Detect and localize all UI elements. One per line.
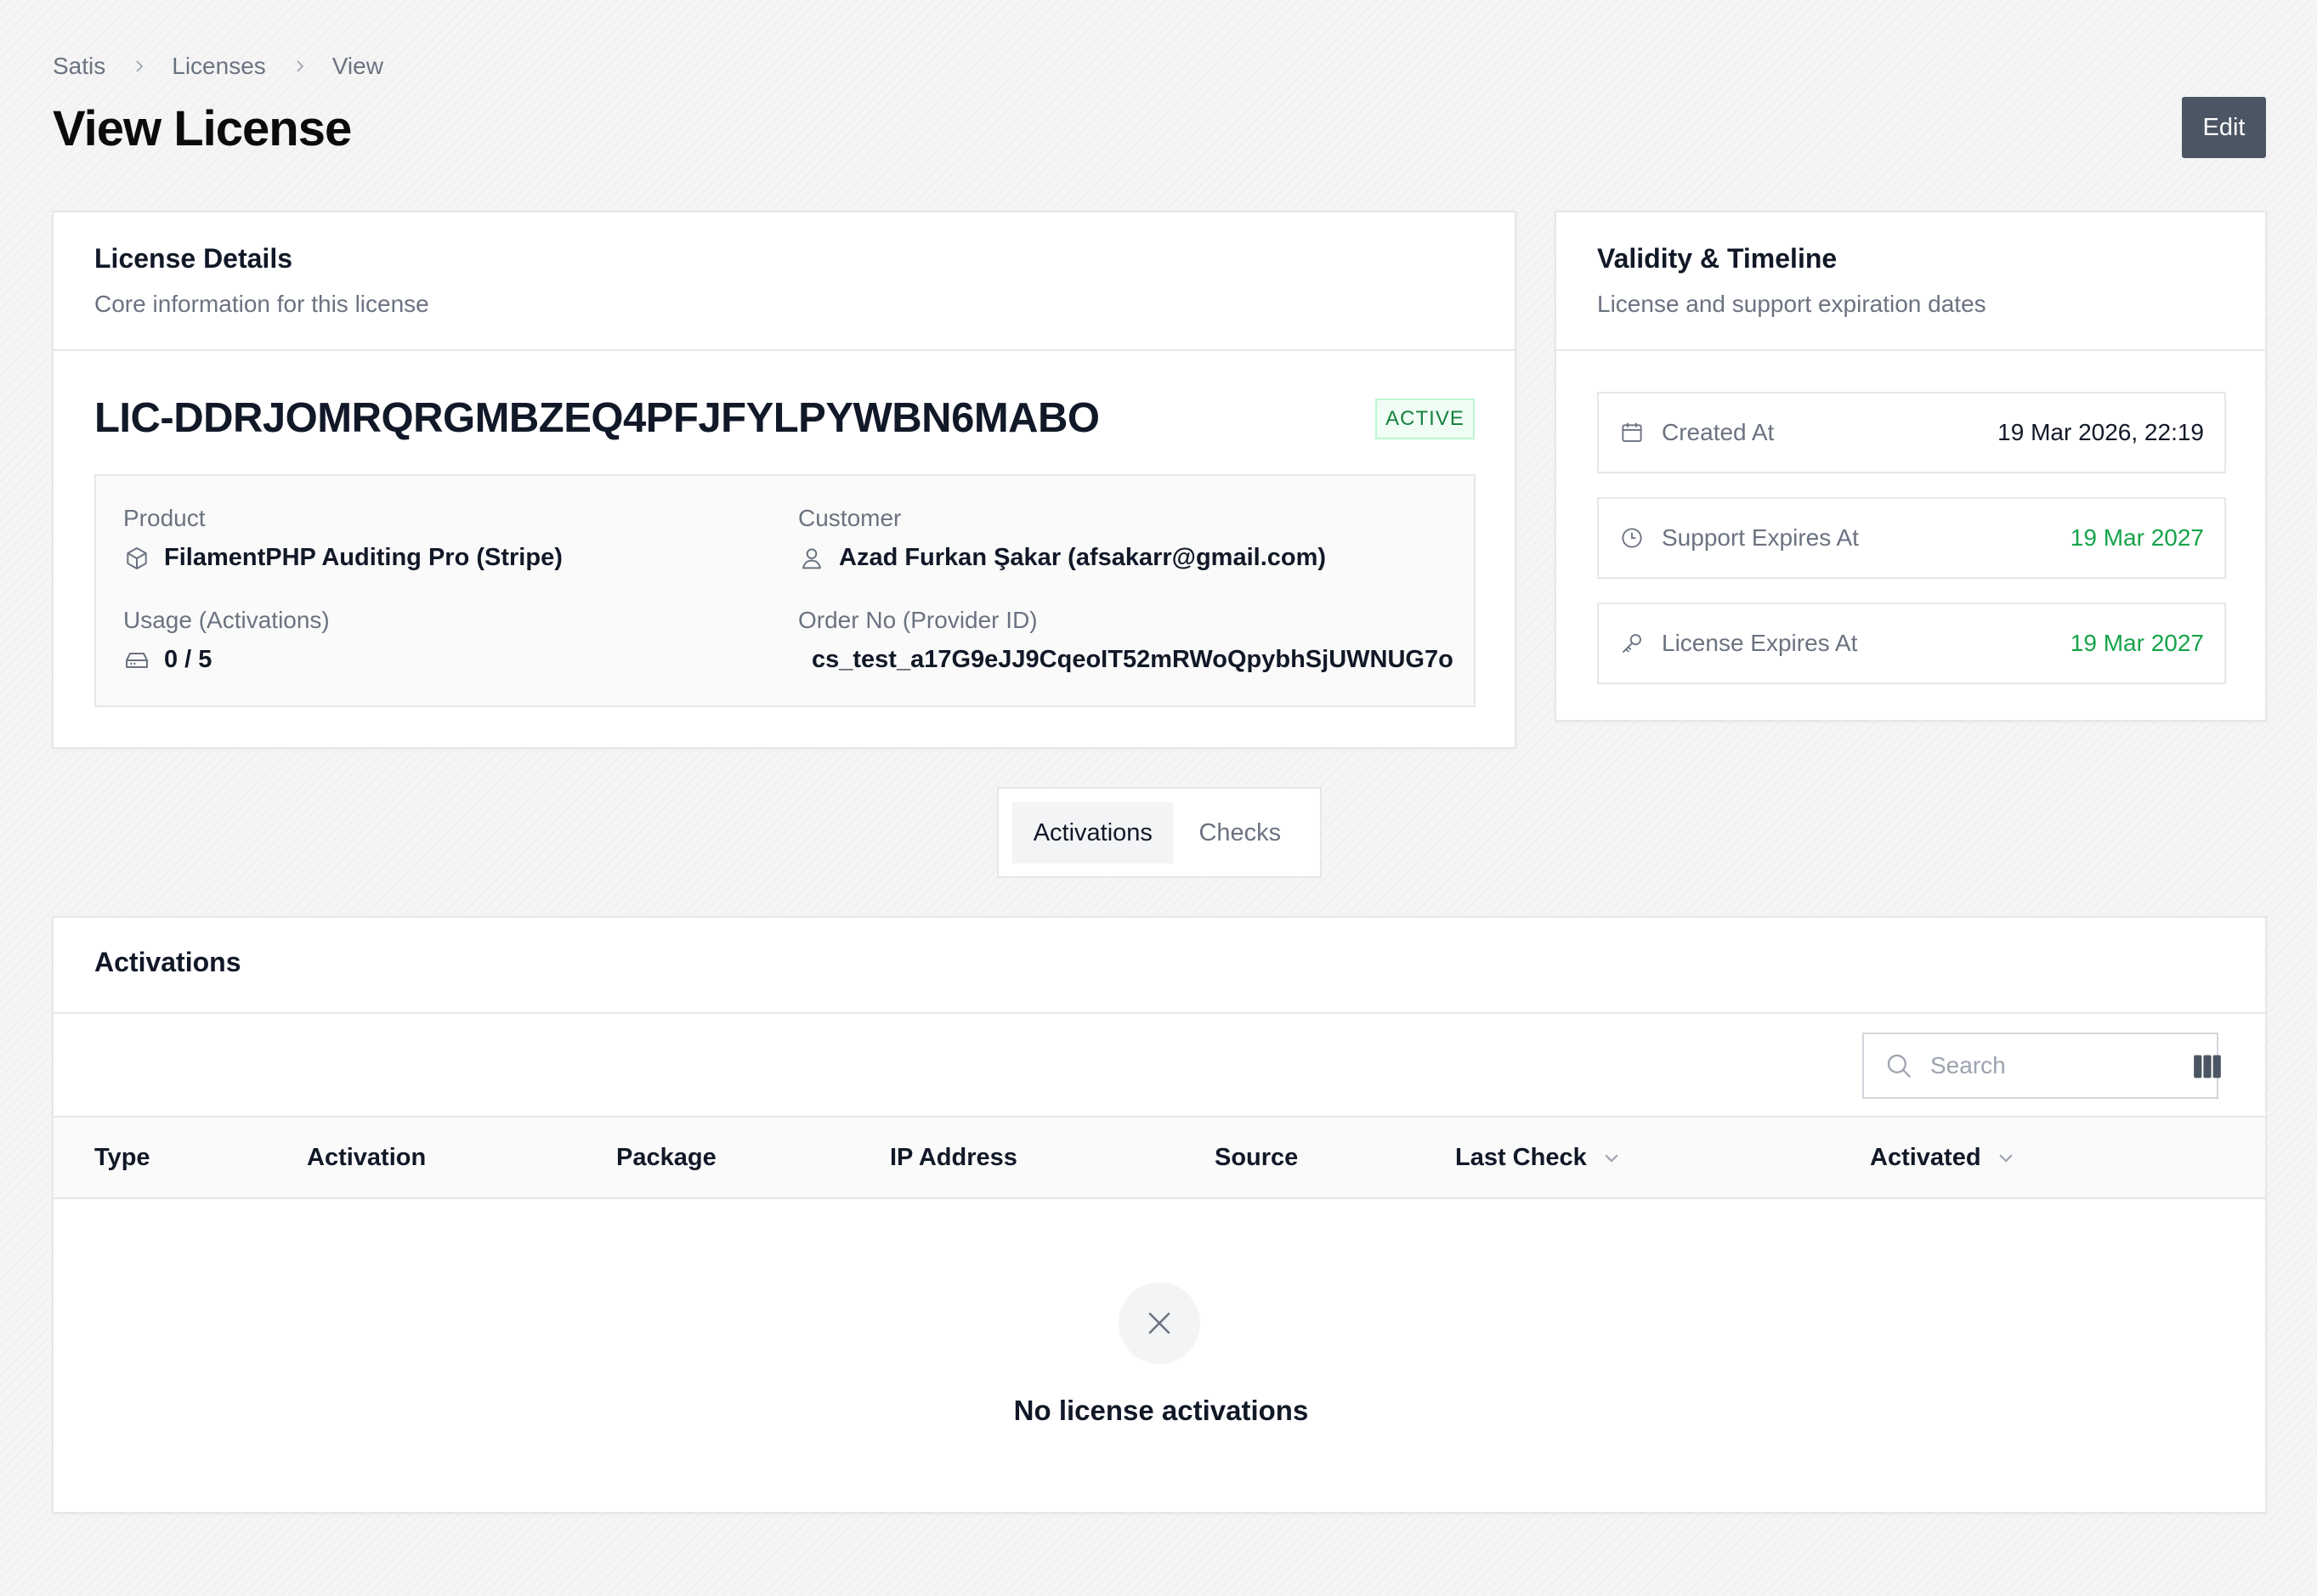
tab-activations[interactable]: Activations xyxy=(1012,802,1174,863)
license-key: LIC-DDRJOMRQRGMBZEQ4PFJFYLPYWBN6MABO xyxy=(94,395,1100,441)
edit-button[interactable]: Edit xyxy=(2182,97,2266,158)
column-activation: Activation xyxy=(307,1143,427,1171)
cube-icon xyxy=(123,545,150,572)
usage-label: Usage (Activations) xyxy=(123,607,330,633)
validity-subtitle: License and support expiration dates xyxy=(1597,291,1986,317)
product-value: FilamentPHP Auditing Pro (Stripe) xyxy=(123,544,563,572)
support-expires-row: Support Expires At 19 Mar 2027 xyxy=(1597,497,2226,579)
breadcrumb: Satis Licenses View xyxy=(53,49,383,83)
search-field xyxy=(1862,1033,2218,1099)
usage-value: 0 / 5 xyxy=(123,646,212,674)
divider xyxy=(1556,349,2265,351)
calendar-icon xyxy=(1619,420,1645,445)
empty-state-message: No license activations xyxy=(1013,1395,1309,1426)
license-details-subtitle: Core information for this license xyxy=(94,291,429,317)
column-activated[interactable]: Activated xyxy=(1870,1118,2015,1197)
search-icon xyxy=(1887,1054,1911,1078)
chevron-down-icon xyxy=(1602,1148,1621,1167)
breadcrumb-item-licenses[interactable]: Licenses xyxy=(172,53,266,80)
user-icon xyxy=(798,545,825,572)
license-details-card: License Details Core information for thi… xyxy=(52,211,1516,749)
license-details-title: License Details xyxy=(94,243,292,274)
table-header: Type Activation Package IP Address Sourc… xyxy=(54,1116,2265,1199)
license-expires-label: License Expires At xyxy=(1662,630,1858,656)
chevron-right-icon xyxy=(133,59,146,73)
product-name[interactable]: FilamentPHP Auditing Pro (Stripe) xyxy=(164,544,563,572)
customer-value: Azad Furkan Şakar (afsakarr@gmail.com) xyxy=(798,544,1326,572)
column-source: Source xyxy=(1215,1143,1299,1171)
column-ip-address: IP Address xyxy=(890,1143,1017,1171)
column-activated-label: Activated xyxy=(1870,1143,1981,1171)
breadcrumb-item-view: View xyxy=(331,53,383,79)
view-columns-icon xyxy=(2194,1055,2221,1078)
key-icon xyxy=(1619,631,1645,656)
x-mark-icon xyxy=(1148,1312,1170,1334)
column-toggle-button[interactable] xyxy=(2190,1050,2224,1084)
customer-name[interactable]: Azad Furkan Şakar (afsakarr@gmail.com) xyxy=(839,544,1326,572)
relation-tabs: Activations Checks xyxy=(997,787,1322,878)
column-package: Package xyxy=(616,1143,717,1171)
product-label: Product xyxy=(123,505,206,531)
search-input[interactable] xyxy=(1930,1052,2202,1079)
created-at-row: Created At 19 Mar 2026, 22:19 xyxy=(1597,392,2226,473)
column-last-check-label: Last Check xyxy=(1455,1143,1587,1171)
chevron-down-icon xyxy=(1997,1148,2015,1167)
order-label: Order No (Provider ID) xyxy=(798,607,1038,633)
chevron-right-icon xyxy=(293,59,307,73)
activations-title: Activations xyxy=(94,947,241,977)
usage-count: 0 / 5 xyxy=(164,646,212,673)
support-expires-value: 19 Mar 2027 xyxy=(2070,524,2204,551)
validity-timeline-card: Validity & Timeline License and support … xyxy=(1555,211,2267,722)
page-title: View License xyxy=(53,101,352,156)
server-icon xyxy=(123,647,150,674)
tab-checks[interactable]: Checks xyxy=(1174,802,1306,863)
created-at-value: 19 Mar 2026, 22:19 xyxy=(1997,419,2204,445)
status-badge: ACTIVE xyxy=(1375,399,1475,439)
customer-label: Customer xyxy=(798,505,902,531)
activations-card: Activations Type Activation Package IP A… xyxy=(52,916,2267,1514)
support-expires-label: Support Expires At xyxy=(1662,524,1859,551)
license-expires-row: License Expires At 19 Mar 2027 xyxy=(1597,603,2226,684)
clock-icon xyxy=(1619,525,1645,551)
column-type: Type xyxy=(94,1143,150,1171)
license-expires-value: 19 Mar 2027 xyxy=(2070,630,2204,656)
created-at-label: Created At xyxy=(1662,419,1775,445)
divider xyxy=(54,1012,2265,1014)
order-value[interactable]: cs_test_a17G9eJJ9CqeoIT52mRWoQpybhSjUWNU… xyxy=(812,646,1453,674)
breadcrumb-item-satis[interactable]: Satis xyxy=(53,53,105,80)
empty-state-icon xyxy=(1119,1282,1200,1364)
validity-title: Validity & Timeline xyxy=(1597,243,1838,274)
divider xyxy=(54,349,1515,351)
column-last-check[interactable]: Last Check xyxy=(1455,1118,1621,1197)
license-info-box: Product FilamentPHP Auditing Pro (Stripe… xyxy=(94,474,1476,707)
